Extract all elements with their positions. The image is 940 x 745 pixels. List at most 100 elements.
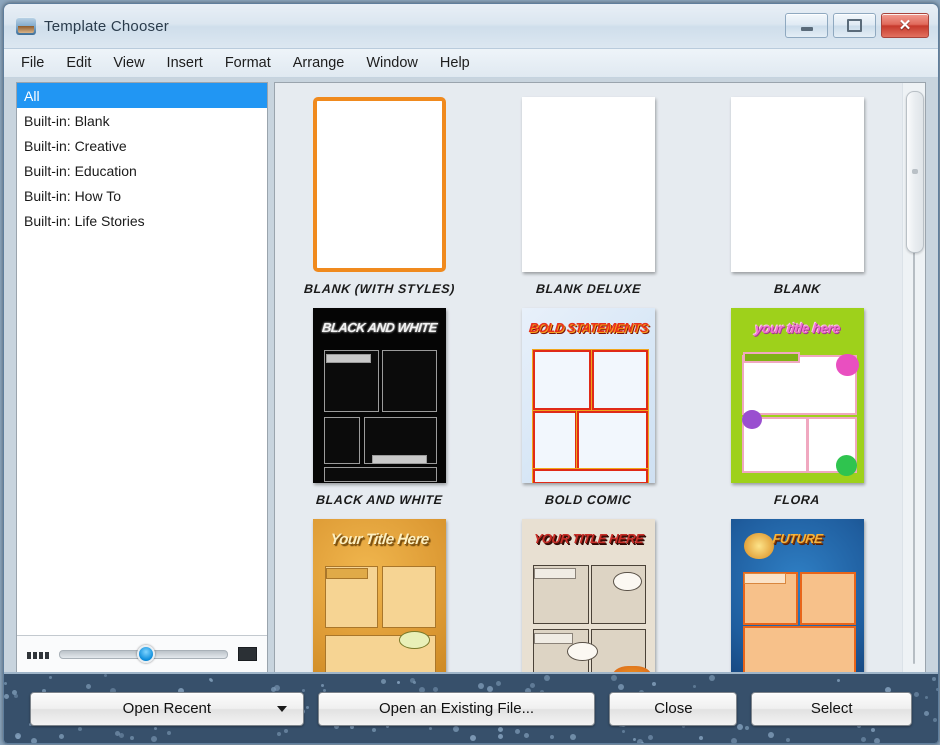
sidebar-item-label: Built-in: Creative [24,137,127,154]
template-thumbnail[interactable] [731,97,864,272]
template-thumbnail[interactable]: FUTURE [731,519,864,672]
sidebar-footer [17,635,267,672]
template-thumbnail[interactable]: BLACK AND WHITE [313,308,446,483]
sidebar-item-built-in-education[interactable]: Built-in: Education [17,158,267,183]
app-window-icon [16,17,36,35]
template-card[interactable]: FUTURE [703,519,893,672]
template-panel [531,349,593,411]
template-preview-title: BOLD STATEMENTS [528,320,649,336]
template-panel [382,350,438,412]
badge-decoration [744,533,774,560]
small-thumbnails-icon[interactable] [27,650,49,659]
template-name-label: BLANK [773,282,822,296]
template-preview-art: BLACK AND WHITE [313,308,446,483]
open-recent-label: Open Recent [122,700,212,717]
flower-decoration [836,353,859,377]
template-card[interactable]: YOUR TITLE HERE [494,519,684,672]
thumbnail-size-slider[interactable] [59,645,228,663]
speech-bubble [398,631,431,649]
maximize-button[interactable] [833,13,876,38]
template-chooser-window: Template Chooser ✕ File Edit View Insert For… [3,3,939,744]
menu-item-format[interactable]: Format [214,52,282,74]
sidebar-item-built-in-life-stories[interactable]: Built-in: Life Stories [17,208,267,233]
template-gallery: BLANK (WITH STYLES) BLANK DELUXE BLANK BLAC… [274,82,926,672]
template-card[interactable]: BLANK DELUXE [494,97,684,296]
menu-item-arrange[interactable]: Arrange [282,52,356,74]
template-caption [326,568,369,579]
template-panel [323,416,361,464]
template-caption [744,573,787,584]
menu-item-file[interactable]: File [10,52,55,74]
scrollbar-thumb[interactable] [906,91,924,253]
speech-bubble [613,571,642,591]
menu-item-insert[interactable]: Insert [156,52,214,74]
chevron-down-icon [276,705,287,712]
slider-thumb[interactable] [136,645,155,663]
large-thumbnails-icon[interactable] [238,647,257,661]
template-preview-title: Your Title Here [329,531,430,549]
template-panel [323,467,438,482]
close-dialog-label: Close [654,700,693,717]
template-panel [591,349,650,411]
category-list: All Built-in: Blank Built-in: Creative Buil… [17,83,267,635]
template-preview-title: your title here [754,320,841,337]
speech-bubble [567,641,599,661]
sidebar-item-built-in-blank[interactable]: Built-in: Blank [17,108,267,133]
template-name-label: BLACK AND WHITE [315,493,444,507]
template-card[interactable]: BLACK AND WHITE BLACK AND WHITE [285,308,475,507]
template-name-label: BLANK DELUXE [535,282,642,296]
template-preview-art: FUTURE [731,519,864,672]
template-preview-art: YOUR TITLE HERE [522,519,655,672]
template-card[interactable]: Your Title Here [285,519,475,672]
menu-item-view[interactable]: View [102,52,155,74]
open-existing-file-button[interactable]: Open an Existing File... [317,691,596,726]
template-thumbnail[interactable] [522,97,655,272]
template-card[interactable]: your title here FLORA [703,308,893,507]
template-thumbnail[interactable] [313,97,446,272]
template-panel [382,566,437,628]
template-card[interactable]: BOLD STATEMENTS BOLD COMIC [494,308,684,507]
sidebar-item-label: All [24,87,40,104]
menu-item-help[interactable]: Help [429,52,481,74]
minimize-button[interactable] [785,13,828,38]
template-row: BLACK AND WHITE BLACK AND WHITE BOLD STATE… [275,308,902,507]
template-preview-art [731,97,864,272]
template-name-label: BOLD COMIC [544,493,633,507]
template-thumbnail[interactable]: YOUR TITLE HERE [522,519,655,672]
category-sidebar: All Built-in: Blank Built-in: Creative Buil… [16,82,268,672]
menu-bar: File Edit View Insert Format Arrange Window Hel… [4,49,938,78]
open-recent-button[interactable]: Open Recent [30,691,304,726]
menu-item-edit[interactable]: Edit [55,52,102,74]
template-caption [533,632,574,644]
template-thumbnail[interactable]: BOLD STATEMENTS [522,308,655,483]
window-body: All Built-in: Blank Built-in: Creative Buil… [4,78,938,672]
template-name-label: FLORA [773,493,822,507]
template-caption [326,353,371,363]
window-title: Template Chooser [44,17,169,35]
template-caption [371,455,427,464]
close-dialog-button[interactable]: Close [609,691,738,726]
content-scrollbar[interactable] [902,83,925,672]
template-preview-title: BLACK AND WHITE [321,320,438,336]
template-caption [742,351,801,363]
template-thumbnail[interactable]: Your Title Here [313,519,446,672]
select-button[interactable]: Select [751,691,913,726]
sidebar-item-label: Built-in: Blank [24,112,110,129]
close-button[interactable]: ✕ [881,13,929,38]
sidebar-item-label: Built-in: How To [24,187,122,204]
template-thumbnail[interactable]: your title here [731,308,864,483]
open-existing-label: Open an Existing File... [379,700,535,717]
sidebar-item-all[interactable]: All [17,83,267,108]
template-card[interactable]: BLANK [703,97,893,296]
template-preview-title: YOUR TITLE HERE [532,531,645,547]
sidebar-item-built-in-creative[interactable]: Built-in: Creative [17,133,267,158]
menu-item-window[interactable]: Window [355,52,429,74]
template-name-label: BLANK (WITH STYLES) [303,282,456,296]
sidebar-item-built-in-how-to[interactable]: Built-in: How To [17,183,267,208]
window-controls: ✕ [785,13,929,38]
template-card[interactable]: BLANK (WITH STYLES) [285,97,475,296]
template-panel [742,625,857,672]
template-row: Your Title Here YOUR TITLE HERE FUTURE [275,519,902,672]
template-preview-art: your title here [731,308,864,483]
sidebar-item-label: Built-in: Life Stories [24,212,145,229]
